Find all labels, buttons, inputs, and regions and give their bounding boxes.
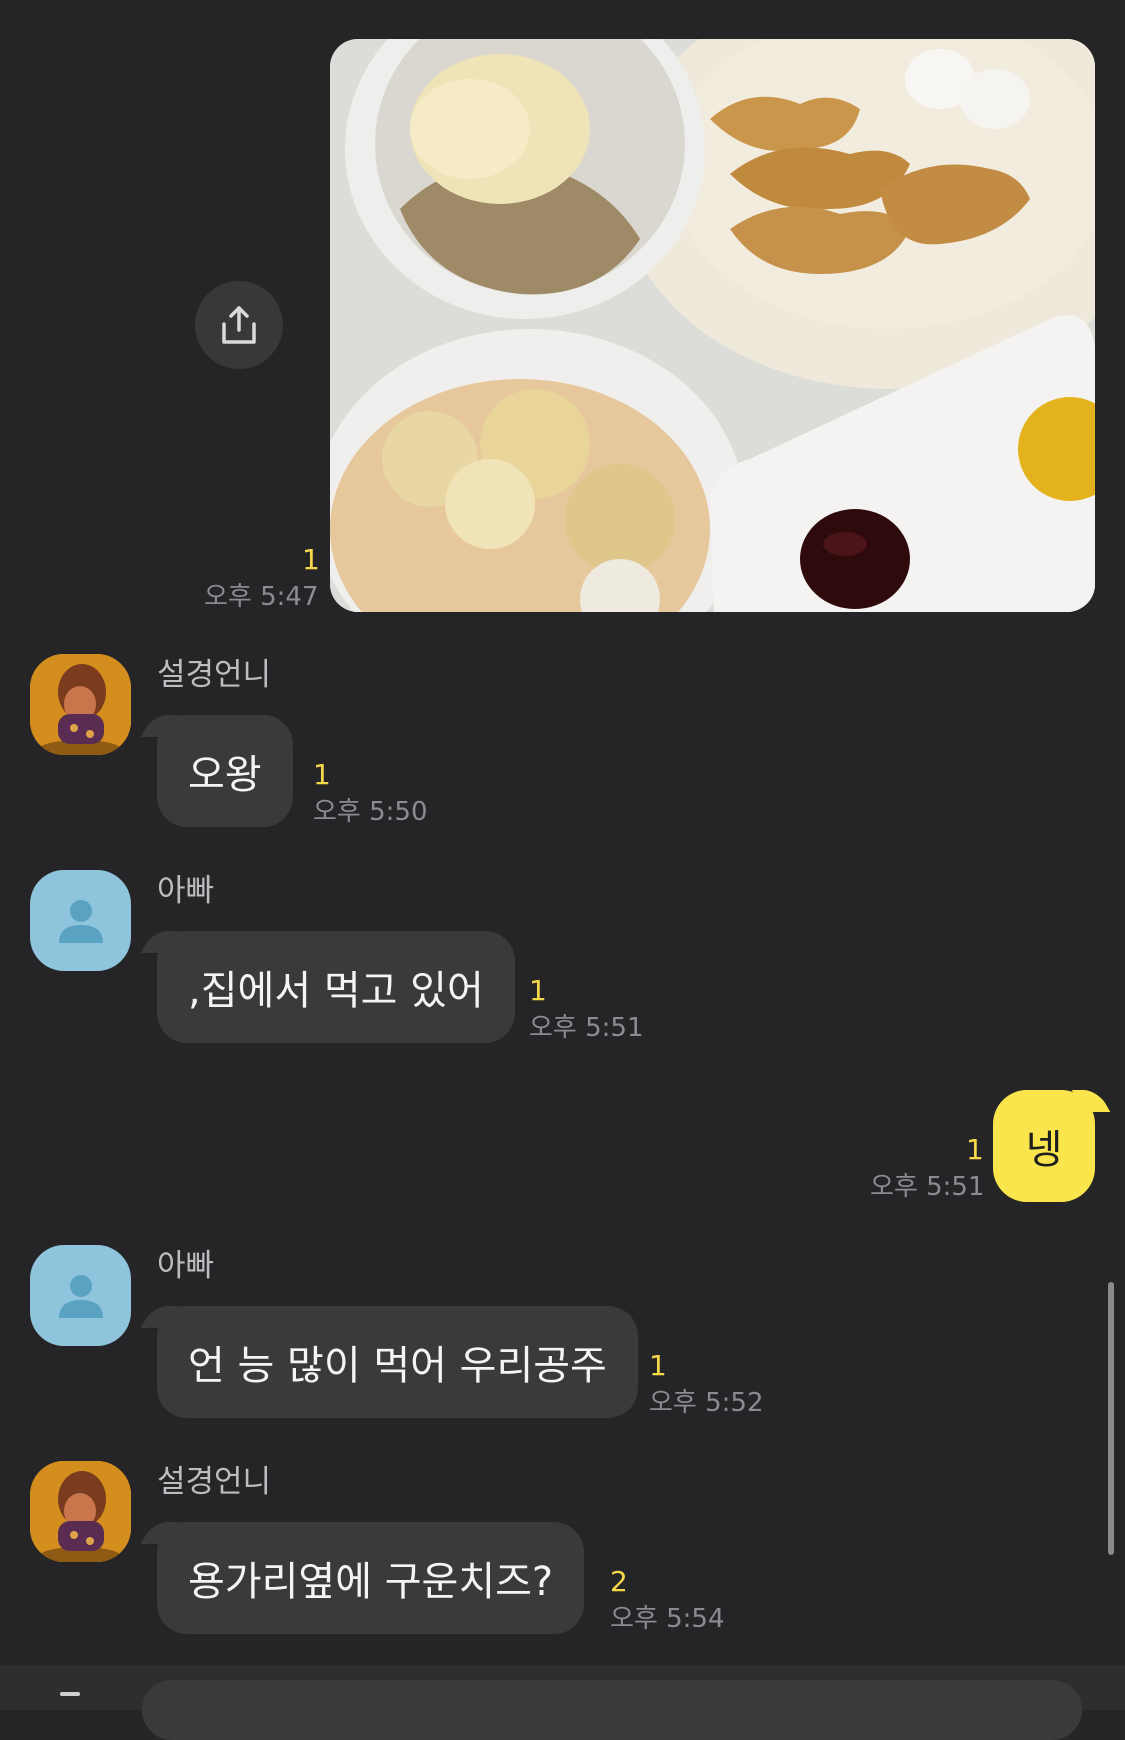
sender-name: 설경언니 (157, 1464, 272, 1500)
message-time: 오후 5:47 (204, 582, 319, 612)
avatar[interactable] (30, 1245, 131, 1346)
unread-count: 1 (649, 1349, 667, 1382)
message-time: 오후 5:50 (313, 797, 428, 827)
my-message-bubble[interactable]: 넹 (993, 1090, 1095, 1202)
unread-count: 1 (302, 543, 320, 576)
message-bubble[interactable]: ,집에서 먹고 있어 (157, 931, 515, 1043)
sender-name: 아빠 (157, 873, 215, 909)
avatar[interactable] (30, 654, 131, 755)
person-icon (58, 899, 103, 943)
message-time: 오후 5:52 (649, 1388, 764, 1418)
unread-count: 1 (529, 974, 547, 1007)
sender-name: 설경언니 (157, 657, 272, 693)
message-time: 오후 5:51 (529, 1013, 644, 1043)
scrollbar[interactable] (1108, 1282, 1114, 1555)
share-button[interactable] (195, 281, 283, 369)
avatar[interactable] (30, 1461, 131, 1562)
message-bubble[interactable]: 용가리옆에 구운치즈? (157, 1522, 585, 1634)
unread-count: 1 (966, 1133, 984, 1166)
sender-name: 아빠 (157, 1248, 215, 1284)
message-bubble[interactable]: 언 능 많이 먹어 우리공주 (157, 1306, 638, 1418)
plus-icon[interactable] (60, 1692, 80, 1696)
message-time: 오후 5:51 (870, 1172, 985, 1202)
shared-photo[interactable] (330, 39, 1095, 612)
message-bubble[interactable]: 오왕 (157, 715, 293, 827)
share-icon (222, 306, 256, 344)
unread-count: 2 (610, 1565, 628, 1598)
message-time: 오후 5:54 (610, 1604, 725, 1634)
unread-count: 1 (313, 758, 331, 791)
person-icon (58, 1274, 103, 1318)
message-input[interactable] (142, 1680, 1082, 1740)
avatar[interactable] (30, 870, 131, 971)
